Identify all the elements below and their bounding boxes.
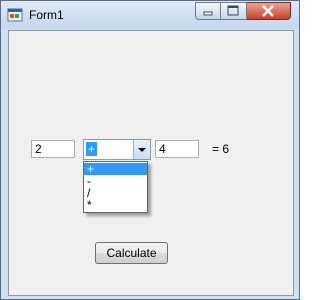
calculate-button[interactable]: Calculate bbox=[95, 242, 168, 264]
minimize-icon bbox=[203, 11, 213, 16]
dropdown-option-divide[interactable]: / bbox=[84, 187, 147, 199]
dropdown-option-minus[interactable]: - bbox=[84, 175, 147, 187]
form1-window: Form1 2 + 4 = 6 + - / * Calculate bbox=[0, 0, 300, 300]
maximize-icon bbox=[227, 5, 239, 16]
close-icon bbox=[262, 5, 274, 17]
title-bar[interactable]: Form1 bbox=[1, 1, 299, 29]
maximize-button[interactable] bbox=[221, 2, 247, 20]
window-title: Form1 bbox=[29, 8, 64, 22]
operator-combobox[interactable]: + bbox=[83, 139, 151, 160]
result-label: = 6 bbox=[212, 142, 230, 156]
caption-buttons bbox=[195, 2, 291, 22]
chevron-down-icon bbox=[138, 148, 146, 152]
operand2-textbox[interactable]: 4 bbox=[155, 140, 199, 158]
minimize-button[interactable] bbox=[195, 2, 221, 20]
windows-form-icon bbox=[7, 7, 23, 23]
operator-dropdown-list: + - / * bbox=[83, 161, 148, 213]
close-button[interactable] bbox=[247, 2, 291, 20]
operator-selected-value: + bbox=[86, 142, 98, 156]
operand1-textbox[interactable]: 2 bbox=[31, 140, 75, 158]
combobox-dropdown-button[interactable] bbox=[133, 140, 150, 159]
dropdown-option-plus[interactable]: + bbox=[84, 163, 147, 175]
form-client-area: 2 + 4 = 6 + - / * Calculate bbox=[8, 30, 294, 296]
dropdown-option-multiply[interactable]: * bbox=[84, 199, 147, 211]
